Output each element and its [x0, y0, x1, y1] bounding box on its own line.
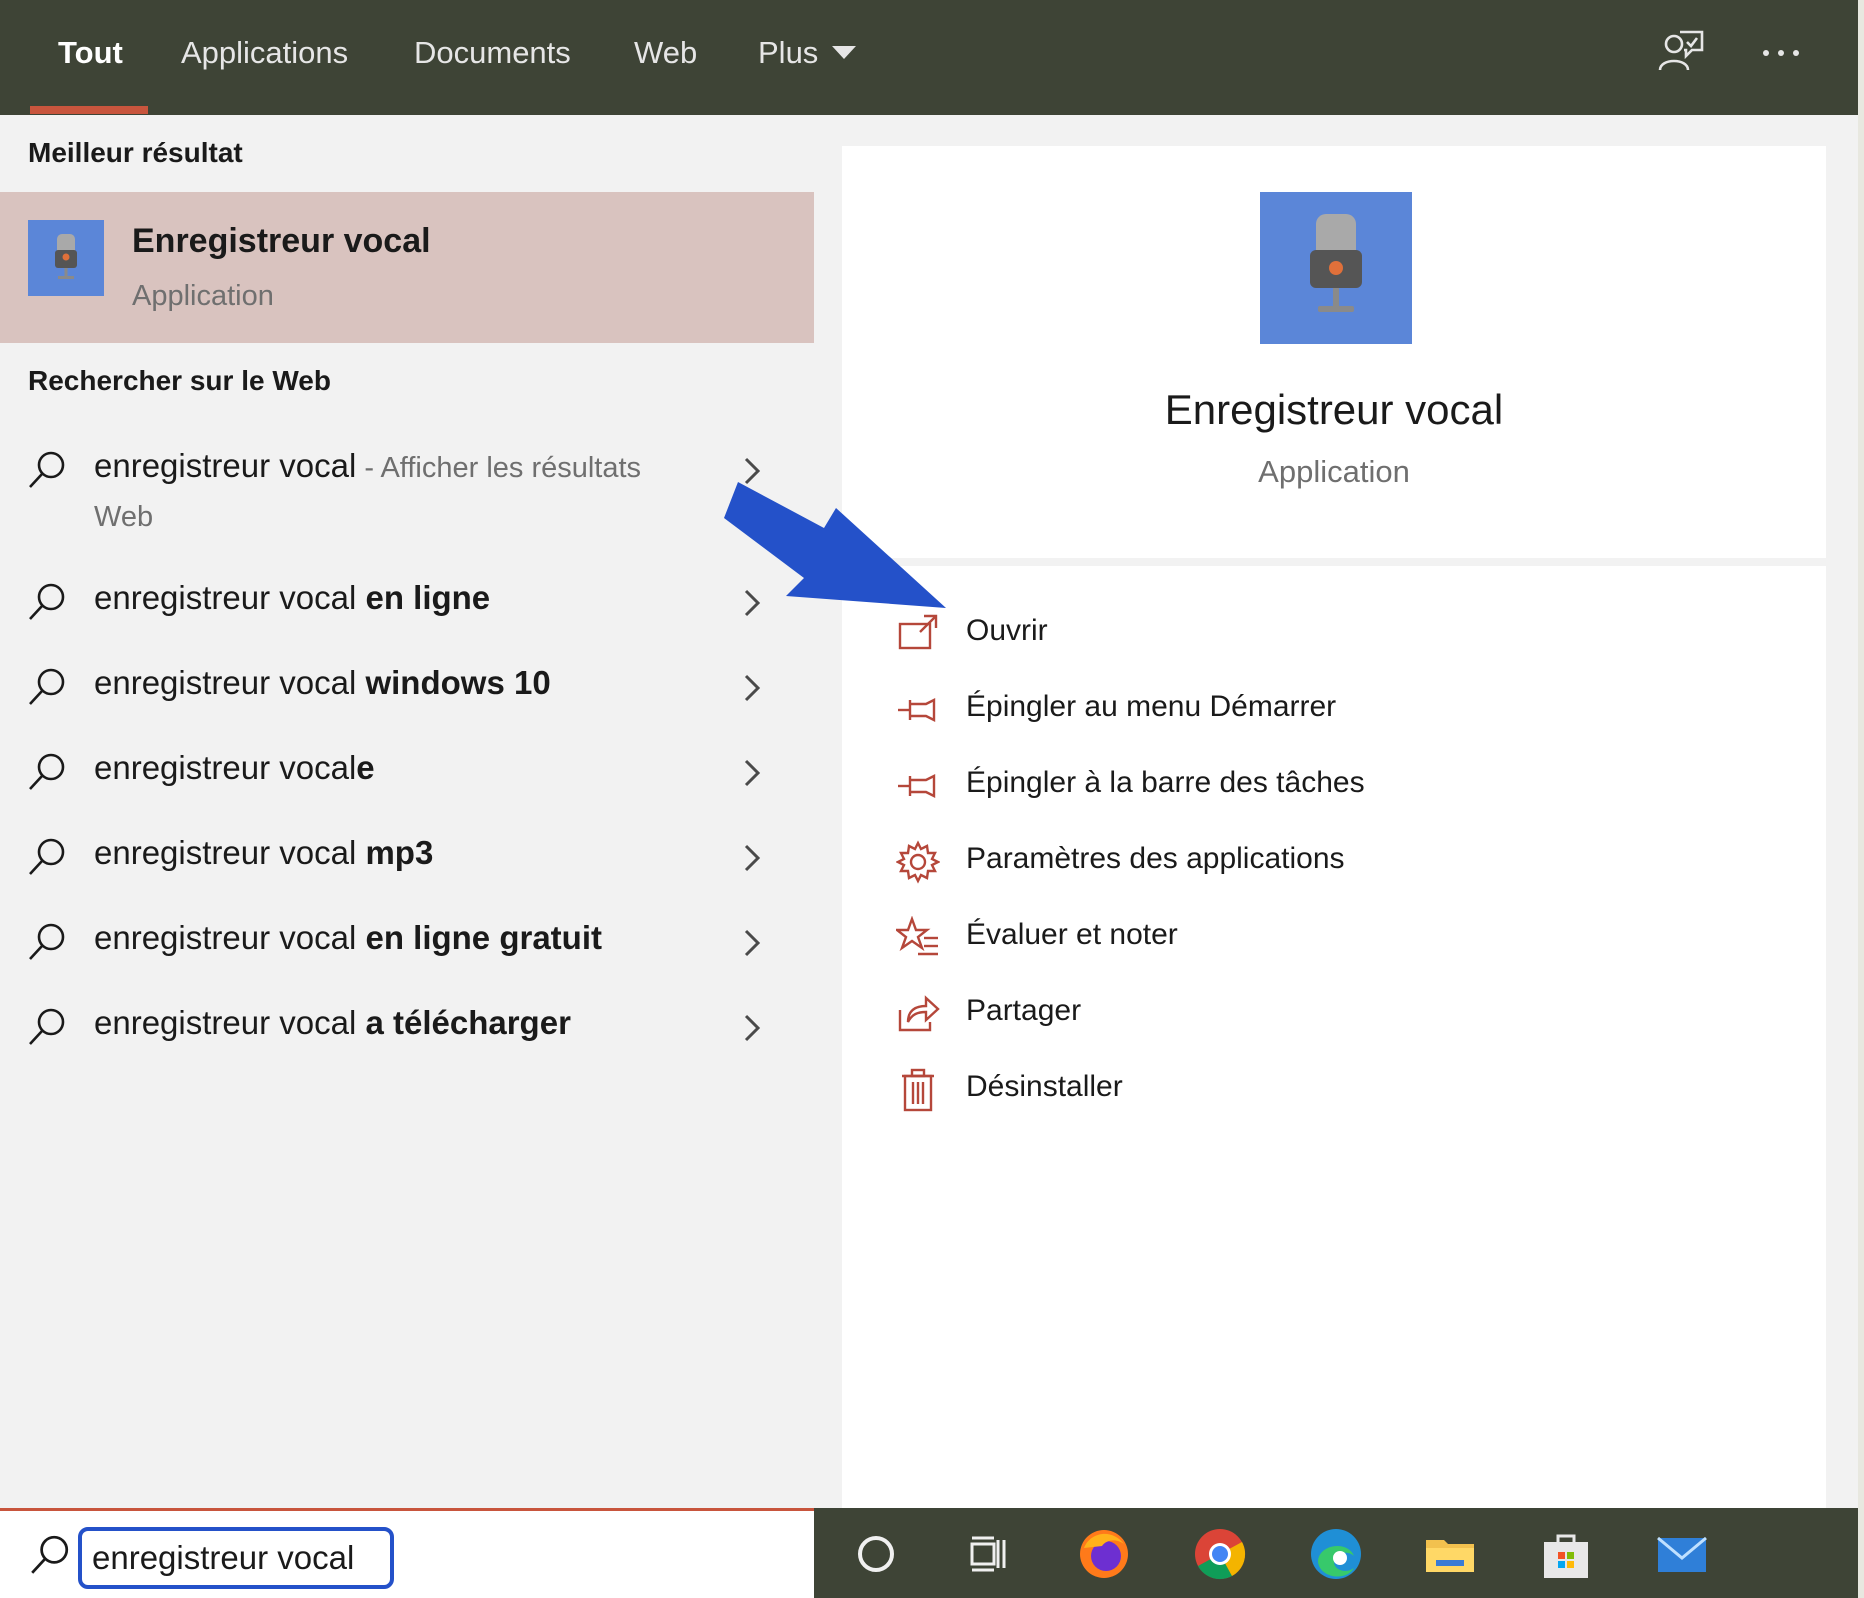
tab-tout[interactable]: Tout: [58, 0, 123, 115]
action-label: Épingler au menu Démarrer: [966, 690, 1337, 723]
action-share[interactable]: Partager: [896, 984, 1696, 1044]
search-tabs-bar: Tout Applications Documents Web Plus: [0, 0, 1858, 115]
search-window: Tout Applications Documents Web Plus Mei…: [0, 0, 1864, 1598]
suggestion-hint-web: Web: [94, 501, 154, 533]
share-icon: [896, 992, 940, 1036]
chrome-icon[interactable]: [1192, 1526, 1248, 1582]
tab-documents[interactable]: Documents: [414, 0, 571, 115]
suggestion-text: enregistreur vocal en ligne gratuit: [94, 919, 602, 957]
chevron-down-icon: [832, 46, 857, 60]
more-options-icon[interactable]: [1756, 28, 1806, 78]
results-pane: Meilleur résultat Enregistreur vocal App…: [0, 115, 814, 1508]
action-label: Paramètres des applications: [966, 842, 1345, 875]
action-label: Évaluer et noter: [966, 918, 1178, 951]
suggestion-prefix: enregistreur vocal: [94, 1004, 366, 1041]
chevron-right-icon: [740, 670, 764, 706]
search-icon: [26, 449, 68, 491]
suggestion-text: enregistreur vocal - Afficher les résult…: [94, 447, 641, 485]
search-icon: [26, 666, 68, 708]
search-icon: [28, 1533, 72, 1577]
action-pin-taskbar[interactable]: Épingler à la barre des tâches: [896, 756, 1696, 816]
suggestion-text: enregistreur vocal a télécharger: [94, 1004, 571, 1042]
suggestion-bold: en ligne: [365, 579, 491, 616]
action-open[interactable]: Ouvrir: [896, 604, 1696, 664]
details-pane: Enregistreur vocal Application Ouvrir Ép…: [842, 146, 1826, 1508]
web-search-heading: Rechercher sur le Web: [28, 365, 331, 396]
chevron-right-icon: [740, 925, 764, 961]
tab-plus-label: Plus: [758, 35, 819, 70]
suggestion-prefix: enregistreur vocal: [94, 834, 366, 871]
suggestion-bold: a télécharger: [365, 1004, 571, 1041]
action-app-settings[interactable]: Paramètres des applications: [895, 832, 1696, 892]
web-suggestion-item[interactable]: enregistreur vocal en ligne gratuit: [0, 907, 814, 987]
suggestion-text: enregistreur vocal windows 10: [94, 664, 551, 702]
voice-recorder-icon: [1260, 192, 1412, 344]
suggestion-bold: windows 10: [365, 664, 551, 701]
action-rate[interactable]: Évaluer et noter: [893, 908, 1696, 968]
voice-recorder-icon: [28, 220, 104, 296]
suggestion-prefix: enregistreur vocal: [94, 919, 366, 956]
edge-icon[interactable]: [1308, 1526, 1364, 1582]
chevron-right-icon: [740, 755, 764, 791]
action-uninstall[interactable]: Désinstaller: [896, 1060, 1696, 1120]
web-suggestion-item[interactable]: enregistreur vocal - Afficher les résult…: [0, 435, 814, 555]
details-divider: [842, 558, 1826, 566]
suggestion-text: enregistreur vocal en ligne: [94, 579, 490, 617]
pin-icon: [896, 688, 940, 732]
action-label: Épingler à la barre des tâches: [966, 766, 1365, 799]
taskbar: [814, 1508, 1858, 1598]
best-match-name: Enregistreur vocal: [132, 222, 431, 260]
suggestion-prefix: enregistreur vocal: [94, 579, 366, 616]
annotation-arrow-icon: [720, 470, 960, 610]
action-label: Désinstaller: [966, 1070, 1123, 1103]
suggestion-text: enregistreur vocal mp3: [94, 834, 433, 872]
pin-icon: [896, 764, 940, 808]
search-icon: [26, 1006, 68, 1048]
suggestion-prefix: enregistreur vocal: [94, 664, 366, 701]
mail-icon[interactable]: [1654, 1526, 1710, 1582]
best-match-type: Application: [132, 280, 274, 312]
chevron-right-icon: [740, 840, 764, 876]
firefox-icon[interactable]: [1076, 1526, 1132, 1582]
tab-applications[interactable]: Applications: [181, 0, 348, 115]
feedback-icon[interactable]: [1656, 28, 1706, 78]
chevron-right-icon: [740, 1010, 764, 1046]
search-input[interactable]: [78, 1527, 394, 1589]
web-suggestion-item[interactable]: enregistreur vocal windows 10: [0, 652, 814, 732]
cortana-icon[interactable]: [848, 1526, 904, 1582]
search-icon: [26, 751, 68, 793]
tab-web[interactable]: Web: [634, 0, 697, 115]
best-match-item[interactable]: Enregistreur vocal Application: [0, 192, 814, 343]
search-icon: [26, 836, 68, 878]
suggestion-bold: mp3: [365, 834, 434, 871]
best-match-heading: Meilleur résultat: [28, 137, 243, 168]
web-suggestion-item[interactable]: enregistreur vocal a télécharger: [0, 992, 814, 1072]
rate-star-icon: [893, 915, 940, 960]
active-tab-indicator: [30, 106, 148, 114]
action-label: Ouvrir: [966, 614, 1048, 647]
suggestion-hint: - Afficher les résultats: [356, 452, 642, 484]
tab-plus[interactable]: Plus: [758, 0, 857, 115]
gear-icon: [895, 840, 941, 884]
app-type-label: Application: [1258, 454, 1410, 489]
search-icon: [26, 581, 68, 623]
suggestion-prefix: enregistreur vocal: [94, 447, 357, 484]
task-view-icon[interactable]: [960, 1526, 1016, 1582]
trash-icon: [896, 1068, 940, 1112]
open-icon: [896, 612, 940, 656]
web-suggestion-item[interactable]: enregistreur vocal en ligne: [0, 567, 814, 647]
action-pin-start[interactable]: Épingler au menu Démarrer: [896, 680, 1696, 740]
app-title: Enregistreur vocal: [1164, 386, 1504, 433]
action-label: Partager: [966, 994, 1082, 1027]
suggestion-bold: en ligne gratuit: [365, 919, 602, 956]
store-icon[interactable]: [1538, 1526, 1594, 1582]
suggestion-prefix: enregistreur vocal: [94, 749, 357, 786]
search-icon: [26, 921, 68, 963]
web-suggestion-item[interactable]: enregistreur vocal mp3: [0, 822, 814, 902]
file-explorer-icon[interactable]: [1422, 1526, 1478, 1582]
suggestion-text: enregistreur vocale: [94, 749, 375, 787]
search-bar: [0, 1508, 814, 1598]
suggestion-bold: e: [356, 749, 375, 786]
web-suggestion-item[interactable]: enregistreur vocale: [0, 737, 814, 817]
